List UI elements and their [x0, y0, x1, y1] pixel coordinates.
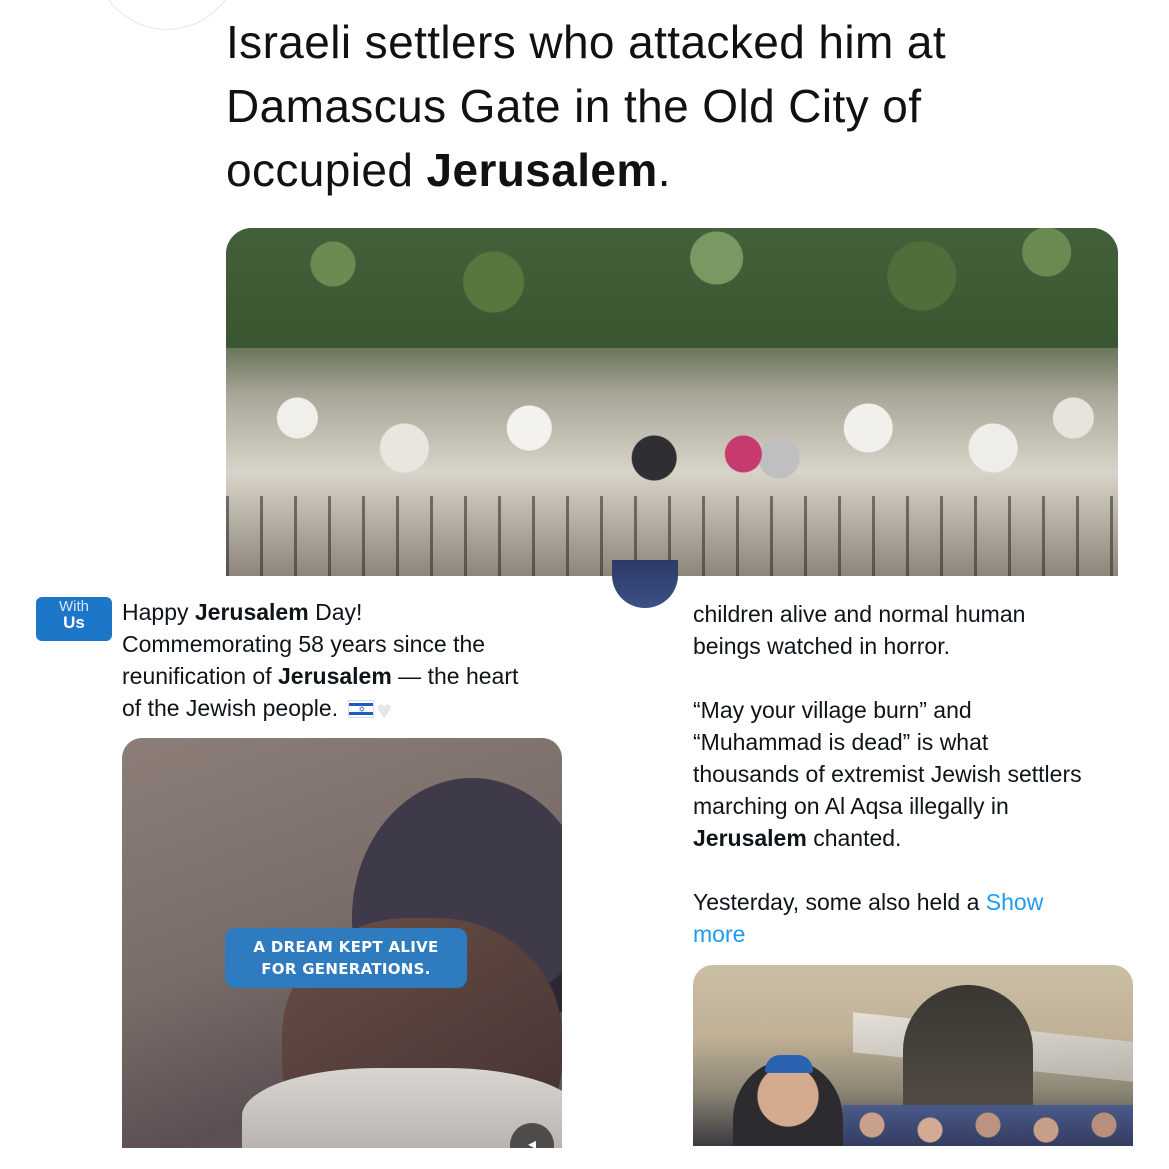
left-line-1-suffix: Day! — [308, 599, 363, 625]
left-line-3-suffix: — the heart — [391, 663, 519, 689]
right-hashtag-jerusalem[interactable]: Jerusalem — [693, 825, 807, 851]
left-post-line-2: Commemorating 58 years since the — [122, 631, 486, 657]
avatar-text-us: Us — [63, 613, 85, 632]
video-foliage-background — [226, 228, 1118, 348]
video-crowd — [843, 1105, 1133, 1146]
right-p3-text: Yesterday, some also held a — [693, 889, 986, 915]
top-post-line-3-suffix: . — [657, 144, 671, 196]
video-caption-line-1: A DREAM KEPT ALIVE — [253, 938, 439, 956]
right-paragraph-2: “May your village burn” and “Muhammad is… — [693, 694, 1143, 854]
left-post-video[interactable]: A DREAM KEPT ALIVE FOR GENERATIONS. ◂ — [122, 738, 562, 1148]
right-paragraph-3: Yesterday, some also held a Show more — [693, 886, 1143, 950]
top-post-line-3-prefix: occupied — [226, 144, 427, 196]
right-post-video[interactable] — [693, 965, 1133, 1146]
left-line-1-prefix: Happy — [122, 599, 195, 625]
left-post-text: Happy Jerusalem Day! Commemorating 58 ye… — [122, 596, 572, 726]
right-p2-line-2: “Muhammad is dead” is what — [693, 729, 989, 755]
video-caption: A DREAM KEPT ALIVE FOR GENERATIONS. — [225, 928, 467, 988]
show-more-link-continued[interactable]: more — [693, 921, 745, 947]
white-heart-icon: ♥ — [376, 695, 392, 725]
with-us-avatar[interactable]: With Us — [36, 597, 112, 641]
right-p2-line-3: thousands of extremist Jewish settlers — [693, 761, 1082, 787]
top-post-text: Israeli settlers who attacked him at Dam… — [226, 10, 1126, 202]
left-hashtag-jerusalem-1[interactable]: Jerusalem — [195, 599, 309, 625]
top-post-line-1: Israeli settlers who attacked him at — [226, 16, 947, 68]
avatar-text-with: With — [59, 598, 89, 615]
right-p1-line-2: beings watched in horror. — [693, 633, 950, 659]
top-avatar[interactable] — [92, 0, 242, 30]
left-line-3-prefix: reunification of — [122, 663, 278, 689]
top-post-line-2: Damascus Gate in the Old City of — [226, 80, 922, 132]
left-line-4-text: of the Jewish people. — [122, 695, 339, 721]
israel-flag-icon: ✡ — [348, 700, 375, 718]
video-caption-line-2: FOR GENERATIONS. — [261, 960, 431, 978]
left-post-line-1: Happy Jerusalem Day! — [122, 596, 572, 628]
right-p2-line-1: “May your village burn” and — [693, 697, 972, 723]
left-post-line-4: of the Jewish people. ✡ ♥ — [122, 692, 572, 726]
right-p2-line-4: marching on Al Aqsa illegally in — [693, 793, 1009, 819]
right-paragraph-1: children alive and normal human beings w… — [693, 598, 1143, 662]
right-post-avatar[interactable] — [612, 560, 678, 608]
top-post-line-3: occupied Jerusalem. — [226, 138, 1126, 202]
right-p2-line-5-suffix: chanted. — [806, 825, 902, 851]
left-post-line-3: reunification of Jerusalem — the heart — [122, 660, 572, 692]
top-post-hashtag-jerusalem[interactable]: Jerusalem — [427, 144, 658, 196]
left-hashtag-jerusalem-2[interactable]: Jerusalem — [278, 663, 392, 689]
top-post-video[interactable] — [226, 228, 1118, 576]
show-more-link[interactable]: Show — [986, 889, 1044, 915]
video-kippa — [765, 1055, 813, 1073]
right-p1-line-1: children alive and normal human — [693, 601, 1026, 627]
right-post-text: children alive and normal human beings w… — [693, 598, 1143, 950]
